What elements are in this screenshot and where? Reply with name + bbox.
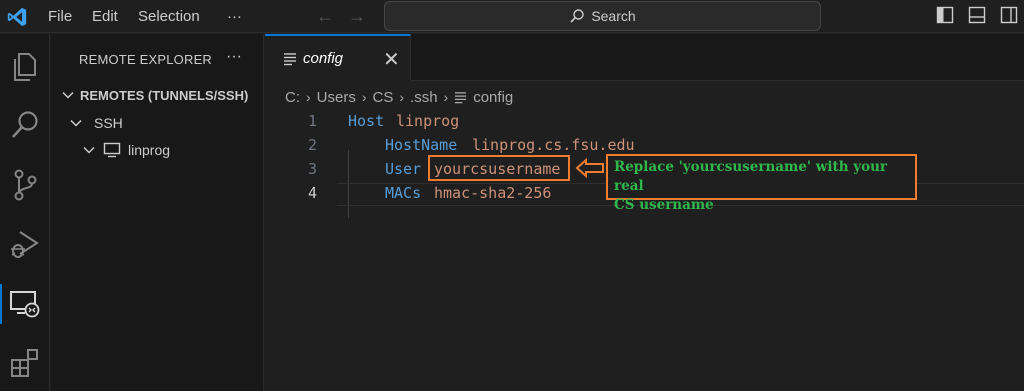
extensions-icon (11, 349, 38, 377)
sidebar-more-actions[interactable]: ··· (226, 48, 242, 66)
breadcrumb-item[interactable]: config (473, 89, 513, 106)
annotation-line-2: CS username (614, 197, 714, 213)
config-value: linprog (396, 112, 460, 130)
search-label: Search (591, 8, 636, 24)
activity-source-control[interactable] (0, 161, 50, 209)
tab-label: config (303, 50, 344, 67)
breadcrumb-item[interactable]: Users (317, 89, 356, 106)
run-debug-icon (11, 231, 39, 258)
username-highlight-box (428, 155, 570, 181)
tree-group-ssh[interactable]: SSH (51, 111, 264, 135)
chevron-down-icon (83, 146, 95, 154)
title-bar: File Edit Selection ··· ← → Search (0, 0, 1024, 33)
annotation-callout: Replace 'yourcsusername' with your real … (606, 154, 917, 213)
chevron-right-icon: › (443, 89, 449, 105)
explorer-icon (14, 53, 36, 81)
toggle-secondary-sidebar-icon[interactable] (1000, 6, 1018, 24)
menu-more[interactable]: ··· (227, 0, 242, 33)
tree-section-label: REMOTES (TUNNELS/SSH) (80, 87, 249, 103)
code-line: 1 Host linprog (265, 110, 1024, 133)
vscode-logo-icon[interactable] (6, 6, 28, 28)
chevron-right-icon: › (361, 89, 367, 105)
activity-bar (0, 34, 50, 391)
activity-remote-explorer[interactable] (0, 280, 50, 328)
monitor-icon (103, 142, 121, 158)
menu-edit[interactable]: Edit (92, 0, 118, 33)
back-arrow-icon[interactable]: ← (316, 6, 334, 26)
tab-config[interactable]: config ✕ (265, 34, 411, 82)
arrow-left-icon (575, 158, 604, 178)
line-number: 3 (307, 160, 317, 178)
search-icon (570, 9, 585, 23)
chevron-right-icon: › (399, 89, 405, 105)
line-number: 1 (307, 112, 317, 130)
menu-selection[interactable]: Selection (138, 0, 200, 33)
tree-section-remotes[interactable]: REMOTES (TUNNELS/SSH) (51, 83, 264, 107)
toggle-panel-icon[interactable] (968, 6, 986, 24)
line-number: 2 (307, 136, 317, 154)
tree-host-linprog[interactable]: linprog (51, 138, 264, 162)
annotation-line-1: Replace 'yourcsusername' with your real (614, 159, 888, 194)
chevron-right-icon: › (306, 89, 311, 105)
source-control-icon (14, 169, 37, 201)
chevron-down-icon (70, 119, 82, 127)
config-key: User (385, 160, 422, 178)
tree-host-label: linprog (128, 142, 171, 158)
editor-tabs: config ✕ (265, 34, 1024, 82)
activity-search[interactable] (0, 101, 50, 149)
remote-explorer-sidebar: REMOTE EXPLORER ··· REMOTES (TUNNELS/SSH… (51, 34, 264, 391)
layout-controls (936, 6, 1018, 24)
breadcrumb-item[interactable]: CS (373, 89, 394, 106)
command-center-search[interactable]: Search (384, 1, 821, 31)
menu-file[interactable]: File (48, 0, 72, 33)
remote-explorer-icon (10, 291, 40, 318)
forward-arrow-icon[interactable]: → (348, 6, 366, 26)
toggle-primary-sidebar-icon[interactable] (936, 6, 954, 24)
config-value: linprog.cs.fsu.edu (472, 136, 635, 154)
breadcrumb: C: › Users › CS › .ssh › config (285, 86, 513, 108)
tree-group-label: SSH (94, 115, 123, 131)
chevron-down-icon (62, 91, 74, 99)
config-value: hmac-sha2-256 (434, 184, 552, 202)
config-key: MACs (385, 184, 422, 202)
close-icon[interactable]: ✕ (383, 47, 400, 72)
config-key: HostName (385, 136, 458, 154)
file-lines-icon (455, 91, 467, 103)
config-key: Host (348, 112, 385, 130)
line-number: 4 (307, 184, 317, 202)
file-lines-icon (284, 53, 296, 66)
breadcrumb-item[interactable]: C: (285, 89, 300, 106)
activity-explorer[interactable] (0, 43, 50, 91)
breadcrumb-item[interactable]: .ssh (410, 89, 438, 106)
sidebar-title: REMOTE EXPLORER (79, 52, 213, 67)
activity-run-debug[interactable] (0, 220, 50, 268)
search-icon (12, 111, 38, 138)
activity-extensions[interactable] (0, 339, 50, 387)
nav-arrows: ← → (316, 6, 366, 26)
